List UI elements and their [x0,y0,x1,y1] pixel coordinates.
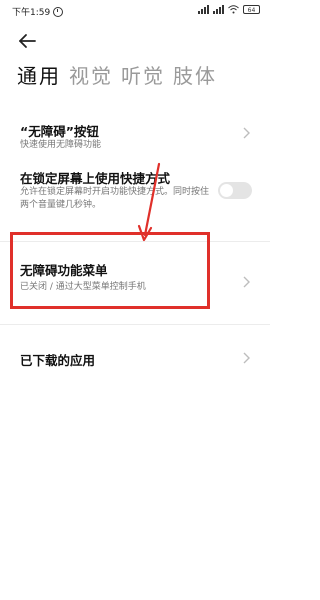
toggle-knob [220,184,233,197]
status-left: 下午1:59 [12,5,64,18]
signal-icon [198,5,209,14]
accessibility-button-row[interactable]: “无障碍”按钮 快速使用无障碍功能 [0,112,270,160]
highlight-box [10,232,210,309]
chevron-right-icon [243,127,250,139]
tab-general[interactable]: 通用 [17,62,61,90]
category-tabs: 通用 视觉 听觉 肢体 [17,62,217,90]
row-subtitle: 允许在锁定屏幕时开启功能快捷方式。同时按住两个音量键几秒钟。 [20,187,210,210]
status-bar: 下午1:59 64 [0,0,270,22]
row-title: 在锁定屏幕上使用快捷方式 [20,171,171,186]
downloaded-apps-row[interactable]: 已下载的应用 [0,335,270,377]
row-subtitle: 快速使用无障碍功能 [20,140,102,150]
status-time: 下午1:59 [12,8,51,18]
tab-hearing[interactable]: 听觉 [121,62,165,90]
chevron-right-icon [243,352,250,364]
tab-physical[interactable]: 肢体 [173,62,217,90]
chevron-right-icon [243,276,250,288]
row-title: 已下载的应用 [20,353,96,368]
battery-icon: 64 [243,5,260,14]
tab-vision[interactable]: 视觉 [69,62,113,90]
status-right: 64 [198,5,260,14]
back-arrow-icon[interactable] [16,30,38,52]
divider [0,324,270,325]
signal-icon [213,5,224,14]
lock-screen-shortcut-toggle[interactable] [218,182,252,199]
lock-screen-shortcut-row: 在锁定屏幕上使用快捷方式 允许在锁定屏幕时开启功能快捷方式。同时按住两个音量键几… [0,160,270,236]
row-title: “无障碍”按钮 [20,124,99,139]
wifi-icon [228,5,239,14]
alarm-icon [53,6,64,17]
